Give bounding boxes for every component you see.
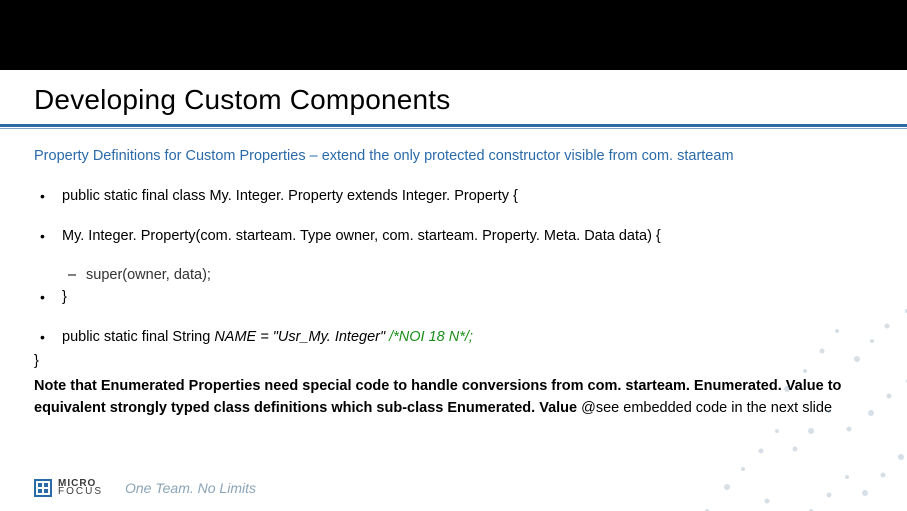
slide-content: Property Definitions for Custom Properti… — [34, 146, 874, 420]
slide-title: Developing Custom Components — [34, 84, 450, 116]
code-text: public static final String — [62, 329, 214, 345]
logo-mark-icon — [34, 479, 52, 497]
sub-bullet-group: super(owner, data); — [34, 265, 874, 287]
bullet-group-1: public static final class My. Integer. P… — [34, 186, 874, 208]
bullet-group-2: My. Integer. Property(com. starteam. Typ… — [34, 226, 874, 248]
footer-tagline: One Team. No Limits — [125, 480, 256, 496]
code-line: public static final String NAME = "Usr_M… — [34, 327, 874, 349]
microfocus-logo: MICRO FOCUS — [34, 479, 103, 497]
bullet-group-3: } — [34, 287, 874, 309]
note-paragraph: Note that Enumerated Properties need spe… — [34, 376, 874, 420]
code-line: My. Integer. Property(com. starteam. Typ… — [34, 226, 874, 248]
code-comment: /*NOI 18 N*/; — [385, 329, 473, 345]
code-line: super(owner, data); — [34, 265, 874, 287]
top-black-band — [0, 0, 907, 70]
slide: Developing Custom Components Property De… — [0, 0, 907, 511]
footer: MICRO FOCUS One Team. No Limits — [34, 479, 256, 497]
code-italic: NAME = "Usr_My. Integer" — [214, 329, 385, 345]
code-closing-brace: } — [34, 351, 874, 373]
note-plain: @see embedded code in the next slide — [581, 400, 832, 416]
section-subtitle: Property Definitions for Custom Properti… — [34, 146, 874, 168]
bullet-group-4: public static final String NAME = "Usr_M… — [34, 327, 874, 349]
logo-text: MICRO FOCUS — [58, 480, 103, 497]
title-underline — [0, 124, 907, 130]
code-line: public static final class My. Integer. P… — [34, 186, 874, 208]
logo-text-bottom: FOCUS — [58, 488, 103, 497]
code-line: } — [34, 287, 874, 309]
